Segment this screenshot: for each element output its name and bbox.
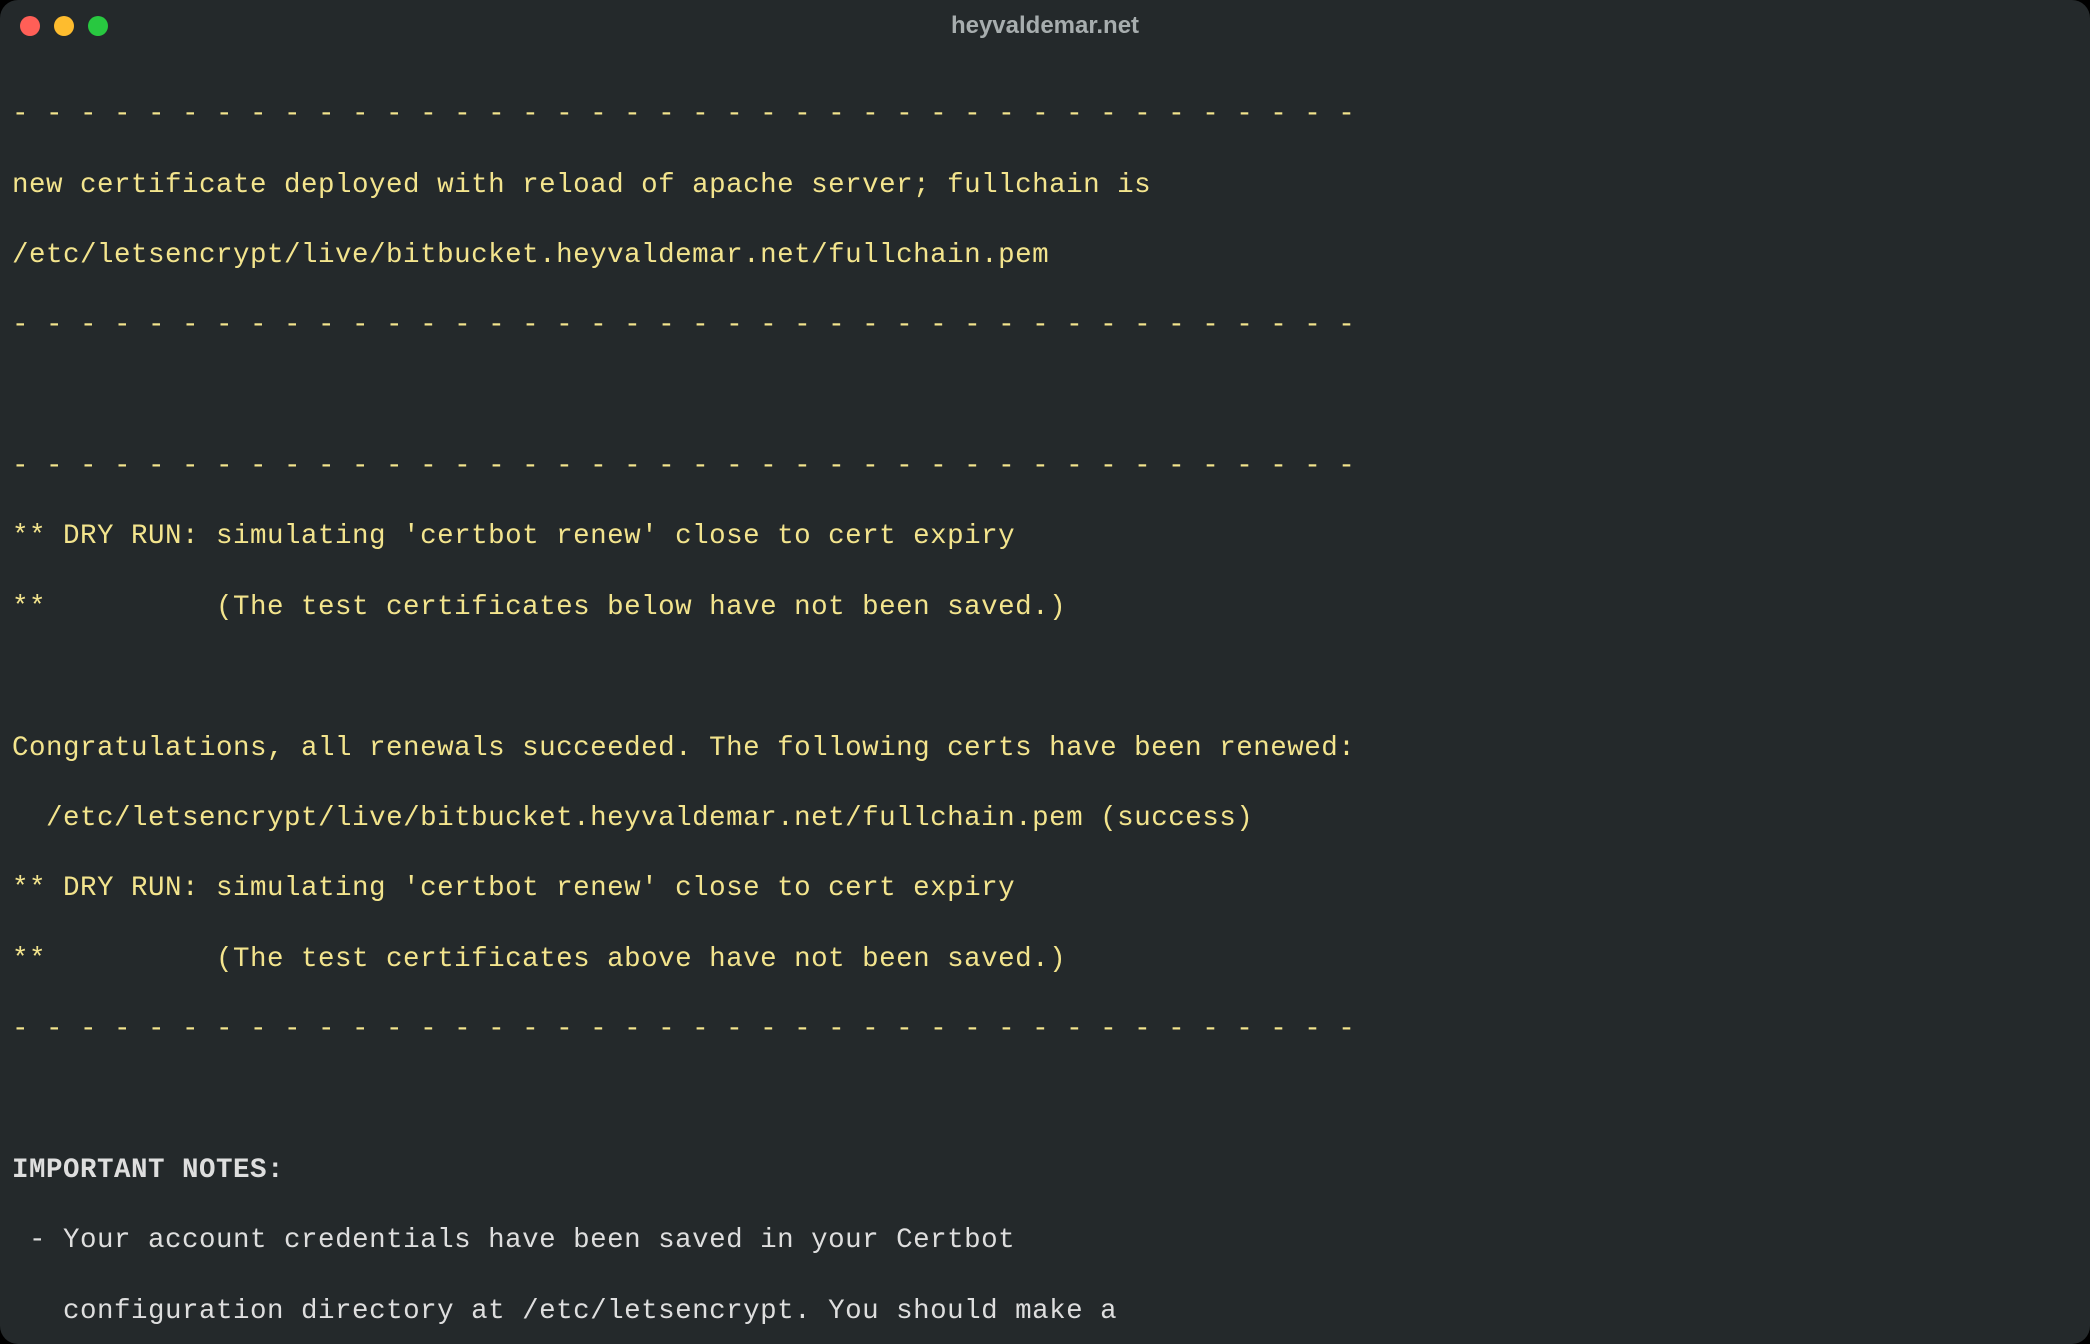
important-notes-heading: IMPORTANT NOTES: — [12, 1153, 2078, 1188]
output-line: Congratulations, all renewals succeeded.… — [12, 731, 2078, 766]
title-bar: heyvaldemar.net — [0, 0, 2090, 52]
output-line: /etc/letsencrypt/live/bitbucket.heyvalde… — [12, 801, 2078, 836]
output-line: ** (The test certificates below have not… — [12, 590, 2078, 625]
traffic-lights — [20, 16, 108, 36]
output-line: - - - - - - - - - - - - - - - - - - - - … — [12, 449, 2078, 484]
terminal-output[interactable]: - - - - - - - - - - - - - - - - - - - - … — [0, 52, 2090, 1344]
terminal-window: heyvaldemar.net - - - - - - - - - - - - … — [0, 0, 2090, 1344]
output-line — [12, 660, 2078, 695]
close-icon[interactable] — [20, 16, 40, 36]
output-line: - - - - - - - - - - - - - - - - - - - - … — [12, 308, 2078, 343]
output-line: configuration directory at /etc/letsencr… — [12, 1294, 2078, 1329]
output-line: - Your account credentials have been sav… — [12, 1223, 2078, 1258]
output-line: new certificate deployed with reload of … — [12, 168, 2078, 203]
window-title: heyvaldemar.net — [0, 11, 2090, 42]
output-line: ** (The test certificates above have not… — [12, 942, 2078, 977]
output-line: - - - - - - - - - - - - - - - - - - - - … — [12, 97, 2078, 132]
output-line: - - - - - - - - - - - - - - - - - - - - … — [12, 1012, 2078, 1047]
output-line — [12, 379, 2078, 414]
output-line: ** DRY RUN: simulating 'certbot renew' c… — [12, 519, 2078, 554]
minimize-icon[interactable] — [54, 16, 74, 36]
output-line — [12, 1082, 2078, 1117]
output-line: /etc/letsencrypt/live/bitbucket.heyvalde… — [12, 238, 2078, 273]
output-line: ** DRY RUN: simulating 'certbot renew' c… — [12, 871, 2078, 906]
zoom-icon[interactable] — [88, 16, 108, 36]
